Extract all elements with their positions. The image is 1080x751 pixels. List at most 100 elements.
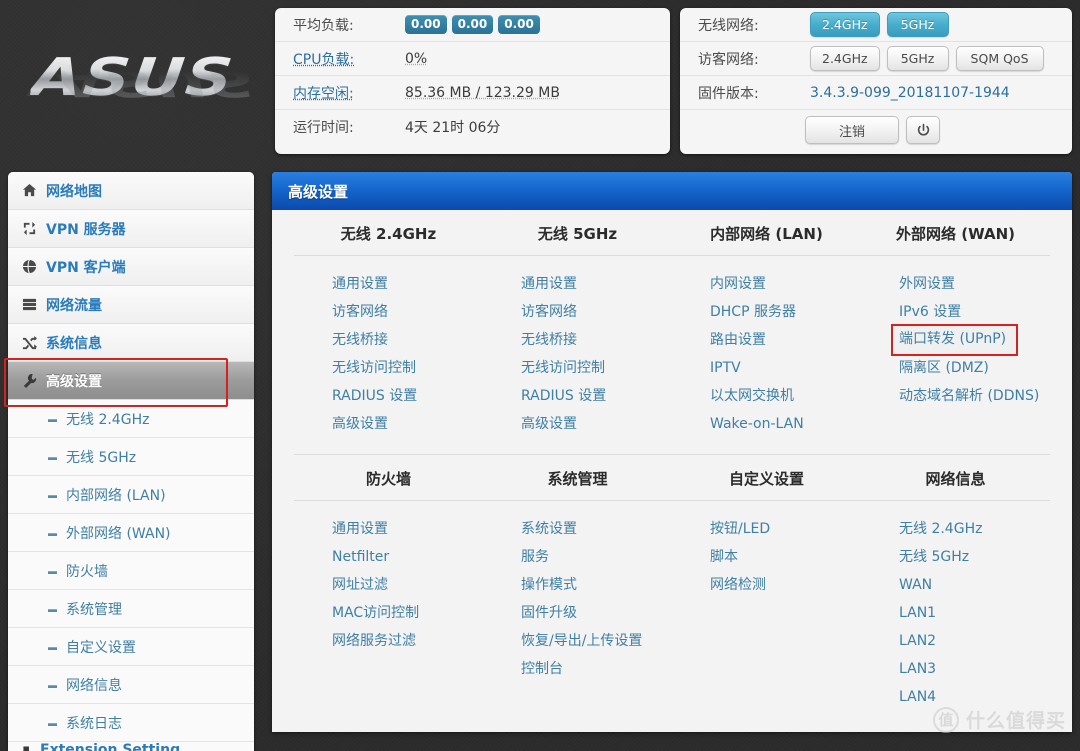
firmware-version-value[interactable]: 3.4.3.9-099_20181107-1944: [810, 85, 1010, 101]
settings-link[interactable]: 网络检测: [710, 571, 766, 599]
settings-link[interactable]: LAN2: [899, 627, 936, 655]
settings-link[interactable]: 系统设置: [521, 515, 577, 543]
system-status-value: 4天 21时 06分: [405, 120, 501, 136]
settings-link[interactable]: 网络服务过滤: [332, 627, 416, 655]
settings-link[interactable]: Wake-on-LAN: [710, 410, 804, 438]
settings-link[interactable]: 内网设置: [710, 270, 766, 298]
settings-link[interactable]: 操作模式: [521, 571, 577, 599]
wrench-icon: [22, 373, 46, 388]
link-column: 外网设置 IPv6 设置 端口转发 (UPnP) 隔离区 (DMZ) 动态域名解析 (D…: [861, 270, 1050, 438]
settings-link[interactable]: LAN4: [899, 683, 936, 711]
sidebar-subitem-3[interactable]: ▬ 外部网络 (WAN): [8, 514, 254, 552]
settings-link[interactable]: 控制台: [521, 655, 563, 683]
band-toggle-2-4ghz[interactable]: 2.4GHz: [810, 46, 880, 71]
sidebar-subitem-label: 无线 2.4GHz: [66, 411, 150, 428]
power-icon[interactable]: [906, 116, 940, 144]
network-toggle-group: 2.4GHz 5GHz SQM QoS: [810, 46, 1051, 71]
link-column: 无线 2.4GHz 无线 5GHz WAN LAN1 LAN2 LAN3 LAN4: [861, 515, 1050, 711]
settings-link[interactable]: 高级设置: [332, 410, 388, 438]
settings-link[interactable]: 端口转发 (UPnP): [890, 324, 1019, 356]
column-header: 无线 5GHz: [537, 225, 618, 243]
settings-link[interactable]: 无线 5GHz: [899, 543, 969, 571]
section2-link-columns: 通用设置 Netfilter 网址过滤 MAC访问控制 网络服务过滤 系统设置 服务 操作模式…: [294, 501, 1050, 711]
load-average-badges: 0.00 0.00 0.00: [405, 15, 545, 34]
system-status-label[interactable]: 内存空闲:: [293, 83, 405, 103]
settings-link[interactable]: 按钮/LED: [710, 515, 770, 543]
server-list-icon: [22, 297, 46, 312]
settings-link[interactable]: 固件升级: [521, 599, 577, 627]
settings-link[interactable]: LAN1: [899, 599, 936, 627]
settings-link[interactable]: 无线桥接: [332, 326, 388, 354]
sidebar-subitem-6[interactable]: ▬ 自定义设置: [8, 628, 254, 666]
sidebar-subitem-7[interactable]: ▬ 网络信息: [8, 666, 254, 704]
settings-link[interactable]: IPTV: [710, 354, 741, 382]
load-average-badge: 0.00: [405, 15, 447, 34]
sidebar-item-5[interactable]: 高级设置: [8, 362, 254, 400]
system-status-value: 85.36 MB / 123.29 MB: [405, 84, 560, 101]
settings-link[interactable]: 脚本: [710, 543, 738, 571]
settings-link[interactable]: 通用设置: [332, 270, 388, 298]
sidebar-subitem-label: 自定义设置: [66, 639, 136, 656]
sidebar-subitem-5[interactable]: ▬ 系统管理: [8, 590, 254, 628]
link-column: 按钮/LED 脚本 网络检测: [672, 515, 861, 711]
firmware-version-label: 固件版本:: [698, 85, 759, 102]
load-average-badge: 0.00: [451, 15, 494, 34]
section1-link-columns: 通用设置 访客网络 无线桥接 无线访问控制 RADIUS 设置 高级设置 通用设置 访客网络无…: [294, 256, 1050, 438]
settings-link[interactable]: RADIUS 设置: [521, 382, 606, 410]
settings-link[interactable]: WAN: [899, 571, 932, 599]
sidebar-item-3[interactable]: 网络流量: [8, 286, 254, 324]
settings-link[interactable]: 通用设置: [332, 515, 388, 543]
firmware-version-row: 固件版本: 3.4.3.9-099_20181107-1944: [680, 76, 1072, 110]
settings-link[interactable]: MAC访问控制: [332, 599, 419, 627]
network-status-row: 无线网络: 2.4GHz 5GHz: [680, 8, 1072, 42]
band-toggle-sqm-qos[interactable]: SQM QoS: [955, 46, 1044, 71]
sidebar-item-0[interactable]: 网络地图: [8, 172, 254, 210]
settings-link[interactable]: 路由设置: [710, 326, 766, 354]
settings-link[interactable]: 动态域名解析 (DDNS): [899, 382, 1039, 410]
sidebar-item-2[interactable]: VPN 客户端: [8, 248, 254, 286]
settings-link[interactable]: 以太网交换机: [710, 382, 794, 410]
logout-button[interactable]: 注销: [805, 116, 899, 144]
sidebar-item-label: VPN 客户端: [46, 259, 126, 276]
settings-link[interactable]: 通用设置: [521, 270, 577, 298]
sidebar-subitem-label: 网络信息: [66, 677, 122, 694]
band-toggle-5ghz[interactable]: 5GHz: [886, 12, 949, 37]
settings-link[interactable]: 隔离区 (DMZ): [899, 354, 989, 382]
settings-link[interactable]: 高级设置: [521, 410, 577, 438]
settings-link[interactable]: 无线访问控制: [332, 354, 416, 382]
settings-link[interactable]: IPv6 设置: [899, 298, 961, 326]
network-status-row: 访客网络: 2.4GHz 5GHz SQM QoS: [680, 42, 1072, 76]
sidebar-subitem-1[interactable]: ▬ 无线 5GHz: [8, 438, 254, 476]
settings-link[interactable]: 访客网络: [332, 298, 388, 326]
sidebar-subitem-0[interactable]: ▬ 无线 2.4GHz: [8, 400, 254, 438]
settings-link[interactable]: Netfilter: [332, 543, 389, 571]
sidebar-subitem-label: 防火墙: [66, 563, 108, 580]
settings-link[interactable]: 外网设置: [899, 270, 955, 298]
settings-link[interactable]: LAN3: [899, 655, 936, 683]
settings-link[interactable]: 无线访问控制: [521, 354, 605, 382]
settings-link[interactable]: 恢复/导出/上传设置: [521, 627, 642, 655]
settings-link[interactable]: 网址过滤: [332, 571, 388, 599]
system-status-label[interactable]: CPU负载:: [293, 49, 405, 69]
load-average-badge: 0.00: [498, 15, 540, 34]
sidebar-navigation: 网络地图 VPN 服务器 VPN 客户端 网络流量 系统信息 高级设置 ▬ 无线 2.4GHz…: [8, 172, 254, 751]
sidebar-item-label: 高级设置: [46, 373, 102, 390]
settings-link[interactable]: RADIUS 设置: [332, 382, 417, 410]
settings-link[interactable]: DHCP 服务器: [710, 298, 796, 326]
settings-link[interactable]: 无线桥接: [521, 326, 577, 354]
band-toggle-2-4ghz[interactable]: 2.4GHz: [810, 12, 880, 37]
settings-link[interactable]: 访客网络: [521, 298, 577, 326]
settings-link[interactable]: 服务: [521, 543, 549, 571]
sidebar-item-4[interactable]: 系统信息: [8, 324, 254, 362]
column-header: 网络信息: [925, 470, 986, 488]
sidebar-item-1[interactable]: VPN 服务器: [8, 210, 254, 248]
dash-icon: ▬: [48, 641, 57, 652]
band-toggle-5ghz[interactable]: 5GHz: [886, 46, 949, 71]
loop-arrows-icon: [22, 221, 46, 236]
link-column: 内网设置 DHCP 服务器 路由设置 IPTV 以太网交换机 Wake-on-LAN: [672, 270, 861, 438]
sidebar-item-extension-setting[interactable]: ▮Extension Setting: [8, 742, 254, 751]
sidebar-subitem-8[interactable]: ▬ 系统日志: [8, 704, 254, 742]
sidebar-subitem-4[interactable]: ▬ 防火墙: [8, 552, 254, 590]
sidebar-subitem-2[interactable]: ▬ 内部网络 (LAN): [8, 476, 254, 514]
settings-link[interactable]: 无线 2.4GHz: [899, 515, 982, 543]
